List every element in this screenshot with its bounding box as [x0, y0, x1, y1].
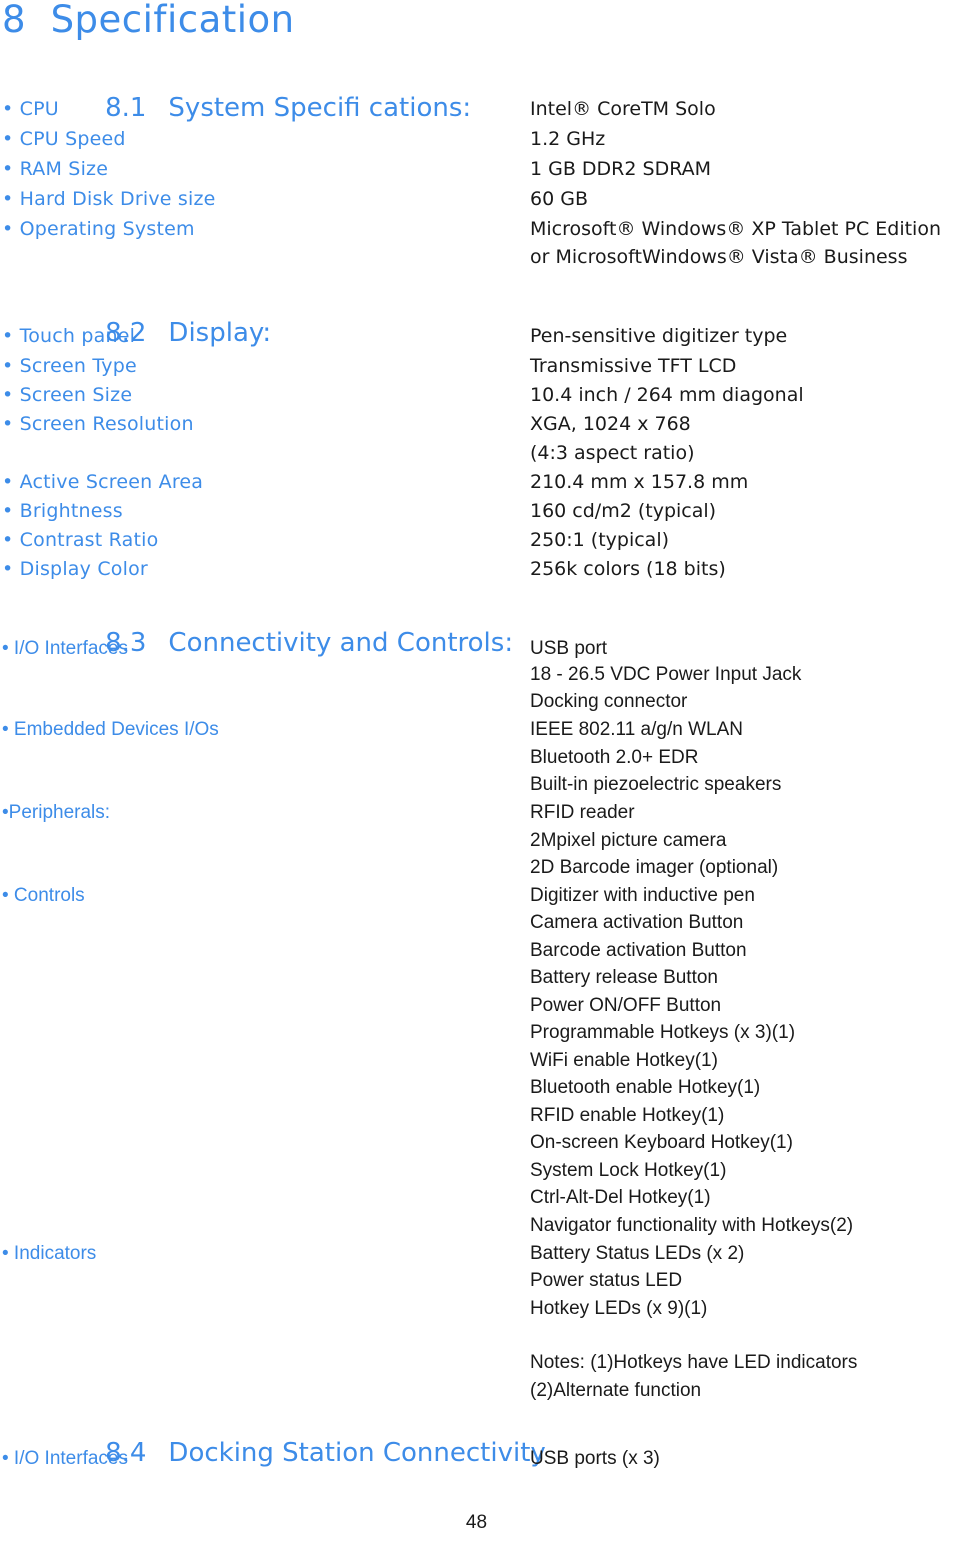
value-controls-line-12: Ctrl-Alt-Del Hotkey(1)	[530, 1187, 711, 1208]
value-active-screen-area: 210.4 mm x 157.8 mm	[530, 471, 749, 493]
value-embedded-line-3: Built-in piezoelectric speakers	[530, 774, 782, 795]
label-embedded-devices: • Embedded Devices I/Os	[2, 719, 219, 740]
label-brightness: • Brightness	[2, 500, 123, 522]
section-title-8-1: System Specifi cations:	[168, 93, 472, 123]
section-heading-8-4: 8.4 Docking Station Connectivity	[72, 1408, 546, 1498]
value-indicators-line-3: Hotkey LEDs (x 9)(1)	[530, 1298, 708, 1319]
value-touch-panel: Pen-sensitive digitizer type	[530, 325, 788, 347]
value-controls-line-13: Navigator functionality with Hotkeys(2)	[530, 1215, 854, 1236]
label-contrast-ratio: • Contrast Ratio	[2, 529, 159, 551]
label-ram-size: • RAM Size	[2, 158, 109, 180]
chapter-title: 8 Specification	[2, 0, 295, 41]
page-number: 48	[465, 1512, 488, 1533]
label-cpu: • CPU	[2, 98, 59, 120]
label-cpu-speed: • CPU Speed	[2, 128, 126, 150]
value-io-line-2: 18 - 26.5 VDC Power Input Jack	[530, 664, 802, 685]
value-screen-type: Transmissive TFT LCD	[530, 355, 737, 377]
value-controls-line-5: Power ON/OFF Button	[530, 995, 722, 1016]
label-dock-io-interfaces: • I/O Interfaces	[2, 1448, 128, 1469]
value-controls-line-4: Battery release Button	[530, 967, 718, 988]
value-controls-line-6: Programmable Hotkeys (x 3)(1)	[530, 1022, 796, 1043]
value-controls-line-1: Digitizer with inductive pen	[530, 885, 755, 906]
value-controls-line-11: System Lock Hotkey(1)	[530, 1160, 727, 1181]
value-hard-disk-drive-size: 60 GB	[530, 188, 588, 210]
value-screen-size: 10.4 inch / 264 mm diagonal	[530, 384, 804, 406]
specification-page: 8 Specification 8.1 System Specifi cation…	[0, 0, 953, 1543]
label-display-color: • Display Color	[2, 558, 148, 580]
section-title-8-3: Connectivity and Controls:	[168, 628, 514, 658]
value-notes-line-2: (2)Alternate function	[530, 1380, 702, 1401]
label-screen-resolution: • Screen Resolution	[2, 413, 194, 435]
label-io-interfaces: • I/O Interfaces	[2, 638, 128, 659]
value-display-color: 256k colors (18 bits)	[530, 558, 726, 580]
value-embedded-line-2: Bluetooth 2.0+ EDR	[530, 747, 699, 768]
value-peripherals-line-2: 2Mpixel picture camera	[530, 830, 727, 851]
value-controls-line-8: Bluetooth enable Hotkey(1)	[530, 1077, 761, 1098]
value-notes-line-1: Notes: (1)Hotkeys have LED indicators	[530, 1352, 858, 1373]
section-title-8-4: Docking Station Connectivity	[168, 1438, 546, 1468]
section-heading-8-3: 8.3 Connectivity and Controls:	[72, 598, 513, 688]
label-hard-disk-drive-size: • Hard Disk Drive size	[2, 188, 216, 210]
value-operating-system-line-1: Microsoft® Windows® XP Tablet PC Edition	[530, 218, 941, 240]
value-operating-system-line-2: or MicrosoftWindows® Vista® Business	[530, 246, 908, 268]
value-ram-size: 1 GB DDR2 SDRAM	[530, 158, 712, 180]
label-screen-type: • Screen Type	[2, 355, 137, 377]
value-indicators-line-1: Battery Status LEDs (x 2)	[530, 1243, 745, 1264]
section-title-8-2: Display:	[168, 318, 272, 348]
value-peripherals-line-3: 2D Barcode imager (optional)	[530, 857, 779, 878]
value-controls-line-7: WiFi enable Hotkey(1)	[530, 1050, 718, 1071]
section-heading-8-1: 8.1 System Specifi cations:	[72, 63, 471, 153]
value-embedded-line-1: IEEE 802.11 a/g/n WLAN	[530, 719, 743, 740]
label-active-screen-area: • Active Screen Area	[2, 471, 204, 493]
value-controls-line-9: RFID enable Hotkey(1)	[530, 1105, 725, 1126]
value-peripherals-line-1: RFID reader	[530, 802, 635, 823]
value-brightness: 160 cd/m2 (typical)	[530, 500, 717, 522]
value-controls-line-2: Camera activation Button	[530, 912, 744, 933]
value-screen-resolution-line-2: (4:3 aspect ratio)	[530, 442, 695, 464]
label-operating-system: • Operating System	[2, 218, 195, 240]
value-io-line-1: USB port	[530, 638, 608, 659]
label-peripherals: •Peripherals:	[2, 802, 111, 823]
value-controls-line-10: On-screen Keyboard Hotkey(1)	[530, 1132, 793, 1153]
section-number-8-1: 8.1	[105, 93, 147, 123]
value-cpu-speed: 1.2 GHz	[530, 128, 606, 150]
value-contrast-ratio: 250:1 (typical)	[530, 529, 670, 551]
label-screen-size: • Screen Size	[2, 384, 133, 406]
value-cpu: Intel® CoreTM Solo	[530, 98, 716, 120]
value-screen-resolution-line-1: XGA, 1024 x 768	[530, 413, 691, 435]
value-indicators-line-2: Power status LED	[530, 1270, 683, 1291]
label-controls: • Controls	[2, 885, 85, 906]
value-io-line-3: Docking connector	[530, 691, 688, 712]
value-dock-io-line-1: USB ports (x 3)	[530, 1448, 660, 1469]
value-controls-line-3: Barcode activation Button	[530, 940, 747, 961]
label-indicators: • Indicators	[2, 1243, 97, 1264]
label-touch-panel: • Touch panel	[2, 325, 136, 347]
